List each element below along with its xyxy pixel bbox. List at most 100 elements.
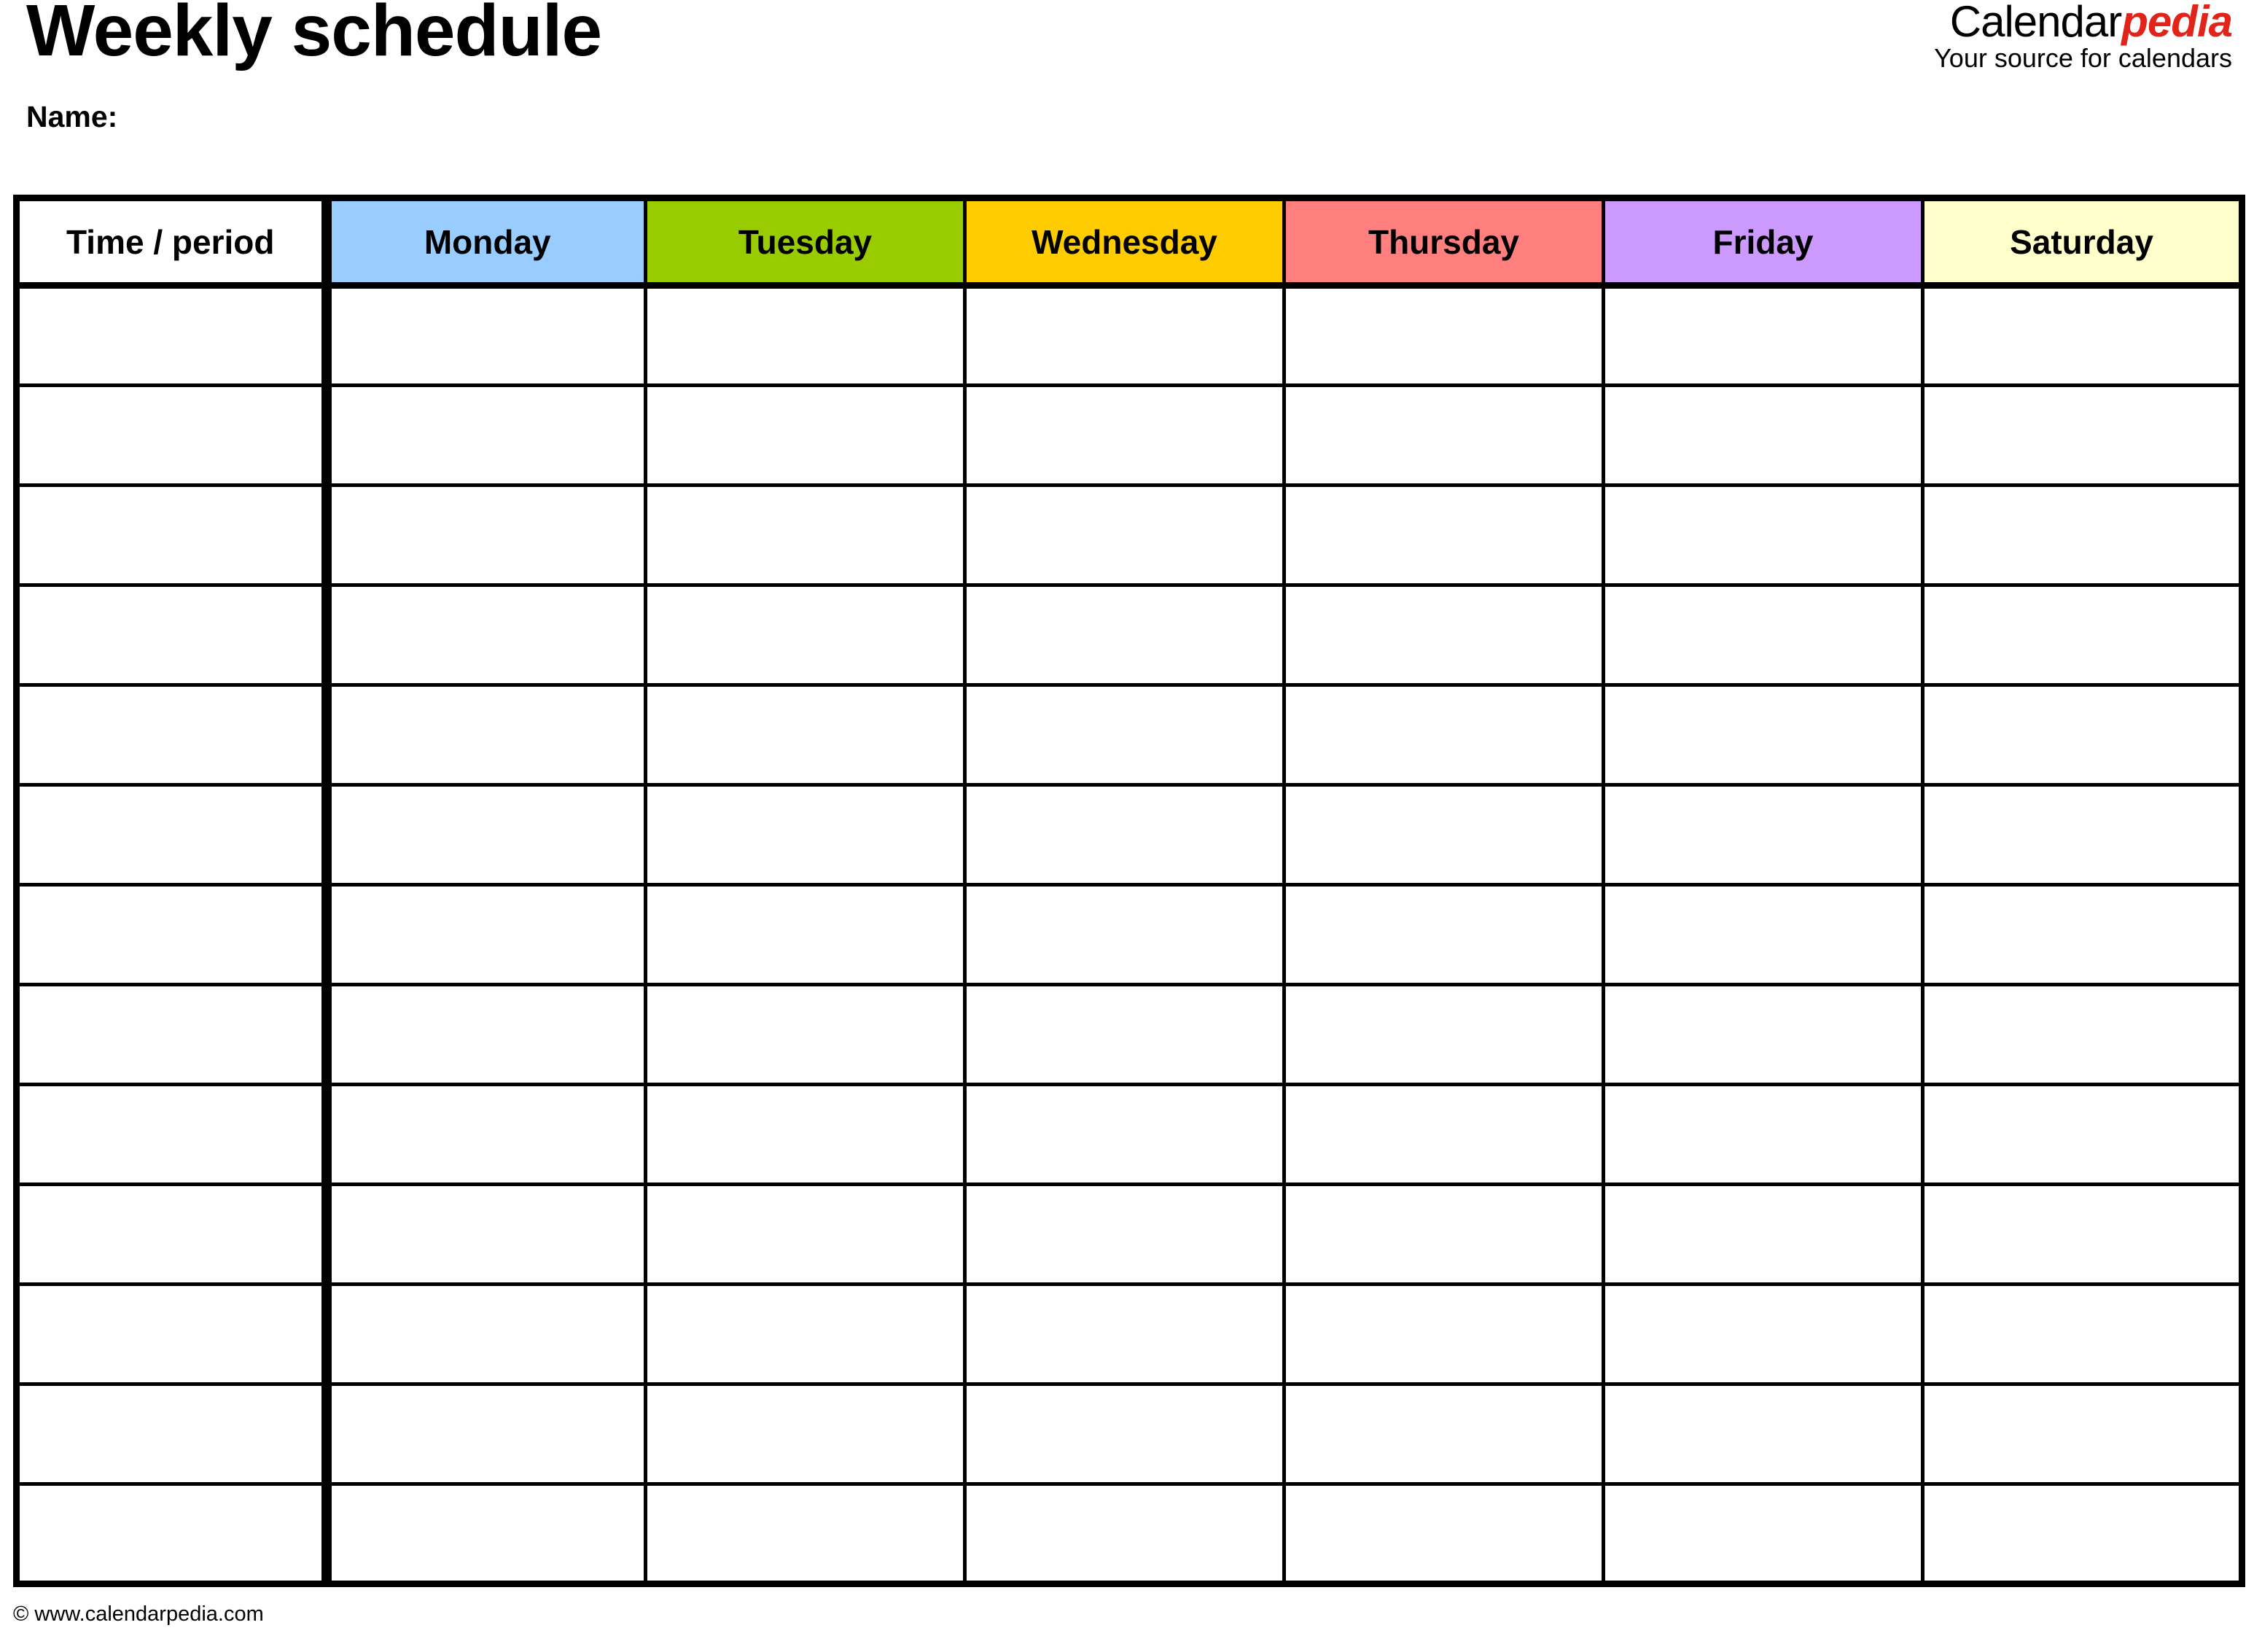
schedule-cell[interactable] xyxy=(1921,1182,2242,1285)
schedule-cell[interactable] xyxy=(963,983,1284,1085)
schedule-cell[interactable] xyxy=(1602,483,1923,585)
schedule-cell[interactable] xyxy=(321,1482,646,1584)
schedule-cell[interactable] xyxy=(1921,683,2242,785)
schedule-cell[interactable] xyxy=(1921,285,2242,386)
schedule-cell[interactable] xyxy=(321,783,646,885)
schedule-cell[interactable] xyxy=(321,1282,646,1384)
schedule-cell[interactable] xyxy=(321,683,646,785)
schedule-cell[interactable] xyxy=(1602,583,1923,685)
schedule-cell[interactable] xyxy=(1602,683,1923,785)
time-period-cell[interactable] xyxy=(16,883,327,985)
schedule-cell[interactable] xyxy=(1282,583,1604,685)
schedule-cell[interactable] xyxy=(321,285,646,386)
time-period-cell[interactable] xyxy=(16,483,327,585)
column-header-wednesday: Wednesday xyxy=(963,198,1284,289)
schedule-cell[interactable] xyxy=(963,1382,1284,1484)
schedule-cell[interactable] xyxy=(963,383,1284,486)
schedule-cell[interactable] xyxy=(1282,285,1604,386)
schedule-cell[interactable] xyxy=(1282,1182,1604,1285)
schedule-cell[interactable] xyxy=(1282,383,1604,486)
schedule-cell[interactable] xyxy=(963,1482,1284,1584)
schedule-cell[interactable] xyxy=(963,783,1284,885)
schedule-cell[interactable] xyxy=(963,883,1284,985)
schedule-cell[interactable] xyxy=(644,1083,965,1185)
schedule-cell[interactable] xyxy=(321,883,646,985)
schedule-cell[interactable] xyxy=(1602,1083,1923,1185)
schedule-cell[interactable] xyxy=(1602,983,1923,1085)
schedule-cell[interactable] xyxy=(1602,783,1923,885)
schedule-cell[interactable] xyxy=(644,1282,965,1384)
time-period-cell[interactable] xyxy=(16,1482,327,1584)
schedule-cell[interactable] xyxy=(963,483,1284,585)
schedule-cell[interactable] xyxy=(321,583,646,685)
schedule-cell[interactable] xyxy=(644,1482,965,1584)
schedule-row xyxy=(16,583,2242,685)
time-period-cell[interactable] xyxy=(16,383,327,486)
schedule-cell[interactable] xyxy=(1282,483,1604,585)
schedule-cell[interactable] xyxy=(1282,1282,1604,1384)
schedule-cell[interactable] xyxy=(1282,1083,1604,1185)
time-period-cell[interactable] xyxy=(16,1382,327,1484)
schedule-cell[interactable] xyxy=(644,1182,965,1285)
schedule-table-head: Time / period Monday Tuesday Wednesday Thurs… xyxy=(16,198,2242,289)
footer-copyright: © www.calendarpedia.com xyxy=(13,1602,264,1626)
schedule-cell[interactable] xyxy=(321,1382,646,1484)
schedule-cell[interactable] xyxy=(1921,883,2242,985)
column-header-time-period: Time / period xyxy=(16,198,327,289)
schedule-cell[interactable] xyxy=(644,1382,965,1484)
schedule-cell[interactable] xyxy=(644,883,965,985)
schedule-cell[interactable] xyxy=(644,483,965,585)
schedule-cell[interactable] xyxy=(963,583,1284,685)
schedule-cell[interactable] xyxy=(963,1282,1284,1384)
schedule-cell[interactable] xyxy=(644,583,965,685)
time-period-cell[interactable] xyxy=(16,1083,327,1185)
schedule-cell[interactable] xyxy=(1602,1482,1923,1584)
time-period-cell[interactable] xyxy=(16,683,327,785)
schedule-cell[interactable] xyxy=(644,285,965,386)
schedule-cell[interactable] xyxy=(1921,983,2242,1085)
schedule-cell[interactable] xyxy=(1921,583,2242,685)
schedule-cell[interactable] xyxy=(963,683,1284,785)
schedule-cell[interactable] xyxy=(1282,683,1604,785)
time-period-cell[interactable] xyxy=(16,1282,327,1384)
schedule-table-body xyxy=(16,285,2242,1584)
schedule-cell[interactable] xyxy=(1282,983,1604,1085)
schedule-header-row: Time / period Monday Tuesday Wednesday Thurs… xyxy=(16,198,2242,289)
schedule-cell[interactable] xyxy=(1602,1382,1923,1484)
schedule-cell[interactable] xyxy=(321,383,646,486)
schedule-cell[interactable] xyxy=(321,983,646,1085)
brand-wordmark-calendar: Calendar xyxy=(1949,0,2122,46)
time-period-cell[interactable] xyxy=(16,1182,327,1285)
schedule-cell[interactable] xyxy=(644,983,965,1085)
schedule-cell[interactable] xyxy=(321,1182,646,1285)
schedule-cell[interactable] xyxy=(1602,1182,1923,1285)
schedule-cell[interactable] xyxy=(1921,483,2242,585)
schedule-cell[interactable] xyxy=(644,783,965,885)
schedule-cell[interactable] xyxy=(321,483,646,585)
time-period-cell[interactable] xyxy=(16,285,327,386)
schedule-cell[interactable] xyxy=(1921,383,2242,486)
schedule-cell[interactable] xyxy=(1602,383,1923,486)
schedule-cell[interactable] xyxy=(963,1083,1284,1185)
schedule-cell[interactable] xyxy=(1921,783,2242,885)
schedule-cell[interactable] xyxy=(963,285,1284,386)
schedule-cell[interactable] xyxy=(644,683,965,785)
schedule-cell[interactable] xyxy=(1282,1382,1604,1484)
time-period-cell[interactable] xyxy=(16,783,327,885)
schedule-cell[interactable] xyxy=(1921,1083,2242,1185)
schedule-cell[interactable] xyxy=(1921,1282,2242,1384)
schedule-cell[interactable] xyxy=(963,1182,1284,1285)
schedule-cell[interactable] xyxy=(1921,1382,2242,1484)
schedule-cell[interactable] xyxy=(1602,285,1923,386)
schedule-cell[interactable] xyxy=(1602,1282,1923,1384)
time-period-cell[interactable] xyxy=(16,583,327,685)
schedule-cell[interactable] xyxy=(1921,1482,2242,1584)
schedule-cell[interactable] xyxy=(321,1083,646,1185)
schedule-cell[interactable] xyxy=(644,383,965,486)
time-period-cell[interactable] xyxy=(16,983,327,1085)
schedule-cell[interactable] xyxy=(1282,1482,1604,1584)
schedule-cell[interactable] xyxy=(1602,883,1923,985)
schedule-row xyxy=(16,1382,2242,1484)
schedule-cell[interactable] xyxy=(1282,783,1604,885)
schedule-cell[interactable] xyxy=(1282,883,1604,985)
